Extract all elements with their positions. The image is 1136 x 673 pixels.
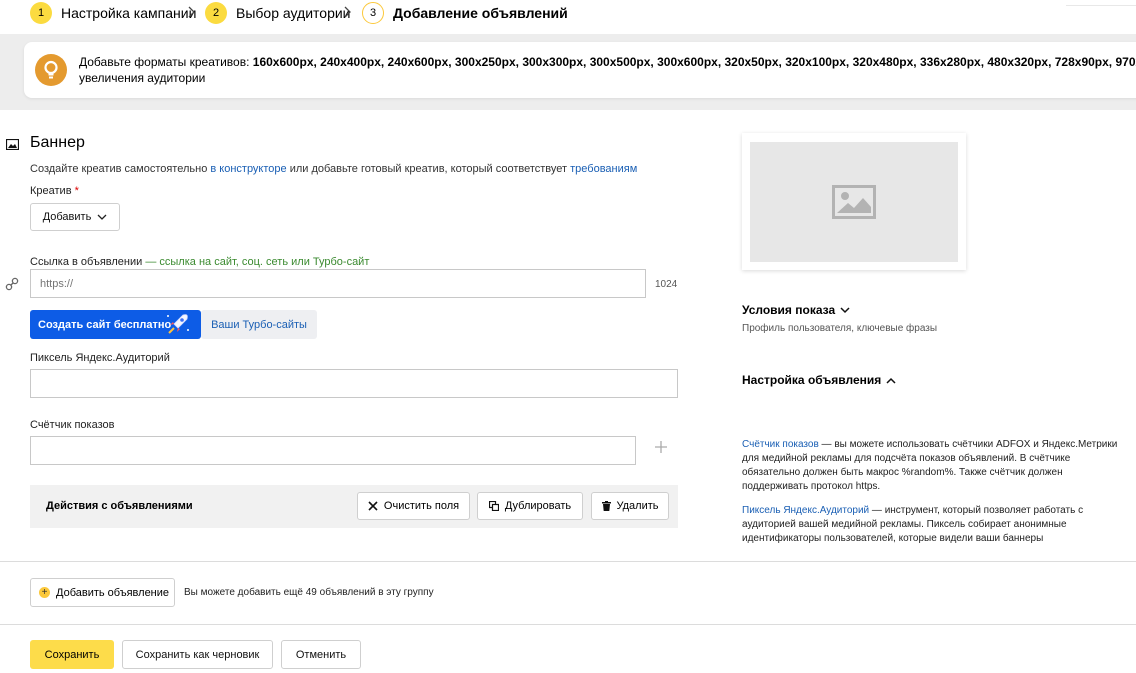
cancel-button[interactable]: Отменить	[281, 640, 361, 669]
chevron-down-icon	[840, 306, 850, 313]
link-label-hint: — ссылка на сайт, соц. сеть или Турбо-са…	[145, 256, 370, 268]
ad-actions-panel: Действия с объявлениями Очистить поля Ду…	[30, 485, 678, 528]
divider	[0, 624, 1136, 625]
trash-icon	[601, 501, 611, 511]
chevron-down-icon	[97, 214, 107, 220]
plus-icon[interactable]	[654, 440, 668, 454]
campaign-stepper: 1 Настройка кампании 2 Выбор аудитории 3…	[0, 0, 1136, 34]
formats-notice: Добавьте форматы креативов: 160x600px, 2…	[24, 42, 1136, 98]
lightbulb-icon	[35, 54, 67, 86]
add-creative-label: Добавить	[42, 211, 92, 223]
turbo-sites-button[interactable]: Ваши Турбо-сайты	[201, 310, 317, 339]
add-ad-button[interactable]: + Добавить объявление	[30, 578, 175, 607]
clear-fields-button[interactable]: Очистить поля	[357, 492, 470, 520]
step-audience[interactable]: 2 Выбор аудитории	[205, 2, 351, 24]
create-site-label: Создать сайт бесплатно	[38, 318, 172, 331]
pixel-help: Пиксель Яндекс.Аудиторий — инструмент, к…	[742, 504, 1130, 546]
duplicate-label: Дублировать	[504, 500, 572, 512]
constructor-link[interactable]: в конструкторе	[210, 163, 286, 175]
hint-text: Создайте креатив самостоятельно	[30, 163, 211, 175]
step-number: 1	[30, 2, 52, 24]
step-label: Выбор аудитории	[236, 5, 351, 21]
divider	[0, 561, 1136, 562]
impression-counter-label: Счётчик показов	[30, 419, 115, 431]
image-placeholder-icon	[832, 185, 876, 219]
step-number: 3	[362, 2, 384, 24]
impression-counter-help-link[interactable]: Счётчик показов	[742, 439, 819, 450]
close-icon	[368, 501, 378, 511]
link-label: Ссылка в объявлении — ссылка на сайт, со…	[30, 256, 369, 268]
preview-placeholder	[750, 142, 958, 262]
pixel-help-link[interactable]: Пиксель Яндекс.Аудиторий	[742, 505, 869, 516]
image-icon	[6, 139, 19, 150]
creative-hint: Создайте креатив самостоятельно в констр…	[30, 163, 637, 175]
impression-counter-input[interactable]	[30, 436, 636, 465]
step-campaign-settings[interactable]: 1 Настройка кампании	[30, 2, 196, 24]
rocket-icon	[167, 314, 189, 334]
step-add-ads[interactable]: 3 Добавление объявлений	[362, 2, 568, 24]
add-ad-note: Вы можете добавить ещё 49 объявлений в э…	[184, 587, 434, 598]
creative-label-text: Креатив	[30, 185, 72, 197]
link-char-counter: 1024	[655, 279, 678, 290]
link-icon	[5, 277, 19, 291]
delete-button[interactable]: Удалить	[591, 492, 669, 520]
save-button[interactable]: Сохранить	[30, 640, 114, 669]
duplicate-button[interactable]: Дублировать	[477, 492, 583, 520]
display-conditions-toggle[interactable]: Условия показа	[742, 303, 850, 317]
add-ad-label: Добавить объявление	[56, 586, 170, 599]
chevron-right-icon	[188, 6, 195, 18]
clear-fields-label: Очистить поля	[383, 500, 460, 512]
ad-link-input[interactable]	[30, 269, 646, 298]
requirements-link[interactable]: требованиям	[570, 163, 637, 175]
notice-formats: 160x600px, 240x400px, 240x600px, 300x250…	[252, 55, 1136, 69]
required-mark: *	[74, 185, 79, 197]
step-label: Добавление объявлений	[393, 5, 568, 21]
notice-text: Добавьте форматы креативов: 160x600px, 2…	[79, 54, 1136, 86]
ad-settings-toggle[interactable]: Настройка объявления	[742, 373, 896, 387]
save-draft-button[interactable]: Сохранить как черновик	[122, 640, 273, 669]
chevron-up-icon	[886, 377, 896, 384]
notice-line2: увеличения аудитории	[79, 71, 206, 85]
delete-label: Удалить	[616, 500, 659, 512]
ad-actions-title: Действия с объявлениями	[46, 500, 193, 512]
step-label: Настройка кампании	[61, 5, 197, 21]
step-number: 2	[205, 2, 227, 24]
duplicate-icon	[488, 501, 499, 511]
display-conditions-title: Условия показа	[742, 303, 836, 317]
hint-text: или добавьте готовый креатив, который со…	[286, 163, 571, 175]
display-conditions-summary: Профиль пользователя, ключевые фразы	[742, 323, 938, 334]
creative-label: Креатив *	[30, 185, 79, 197]
banner-preview	[742, 133, 966, 270]
banner-title: Баннер	[30, 134, 85, 151]
notice-prefix: Добавьте форматы креативов:	[79, 55, 253, 69]
chevron-right-icon	[344, 6, 351, 18]
plus-icon: +	[39, 587, 50, 598]
impression-counter-help: Счётчик показов — вы можете использовать…	[742, 438, 1130, 494]
pixel-label: Пиксель Яндекс.Аудиторий	[30, 352, 170, 364]
stepper-edge	[1066, 0, 1136, 6]
link-label-text: Ссылка в объявлении	[30, 256, 143, 268]
add-creative-button[interactable]: Добавить	[30, 203, 120, 231]
pixel-input[interactable]	[30, 369, 678, 398]
ad-settings-title: Настройка объявления	[742, 373, 882, 387]
